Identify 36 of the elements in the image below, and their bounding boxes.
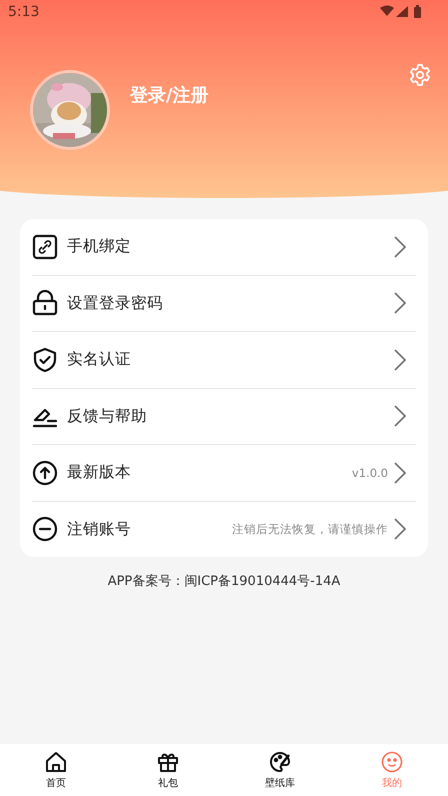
tab[interactable]: 礼包 [112, 744, 224, 796]
menu-item[interactable]: 注销账号 注销后无法恢复，请谨慎操作 [32, 502, 416, 557]
menu-item[interactable]: 最新版本 v1.0.0 [32, 445, 416, 502]
chevron-icon [394, 236, 406, 258]
status-time: 5:13 [8, 4, 40, 20]
link-icon [32, 234, 58, 260]
settings-icon[interactable] [408, 63, 432, 87]
menu-label: 反馈与帮助 [67, 406, 148, 427]
gift-icon [157, 750, 179, 772]
arrow-up-circle-icon [32, 460, 58, 486]
menu-label: 最新版本 [67, 462, 132, 484]
palette-icon [269, 750, 291, 772]
status-icons [380, 5, 422, 19]
menu-note: 注销后无法恢复，请谨慎操作 [232, 522, 388, 537]
menu-item[interactable]: 反馈与帮助 [32, 388, 416, 445]
icp-record-text: APP备案号：闽ICP备19010444号-14A [106, 573, 342, 590]
shield-check-icon [32, 346, 58, 373]
lock-icon [32, 290, 58, 316]
tab[interactable]: 壁纸库 [224, 744, 336, 796]
menu-note: v1.0.0 [352, 466, 388, 480]
smiley-icon [381, 750, 403, 772]
home-icon [45, 750, 67, 772]
tab[interactable]: 首页 [0, 744, 112, 796]
chevron-icon [394, 462, 406, 484]
menu-label: 注销账号 [67, 518, 132, 540]
chevron-icon [394, 348, 406, 371]
menu-label: 手机绑定 [67, 236, 132, 258]
minus-circle-icon [32, 516, 58, 542]
menu-item[interactable]: 手机绑定 [32, 219, 416, 276]
menu-item[interactable]: 实名认证 [32, 332, 416, 388]
chevron-icon [394, 518, 406, 540]
menu-label: 实名认证 [67, 349, 132, 370]
chevron-icon [394, 405, 406, 428]
menu-label: 设置登录密码 [67, 292, 164, 314]
menu-item[interactable]: 设置登录密码 [32, 276, 416, 332]
chevron-icon [394, 292, 406, 314]
